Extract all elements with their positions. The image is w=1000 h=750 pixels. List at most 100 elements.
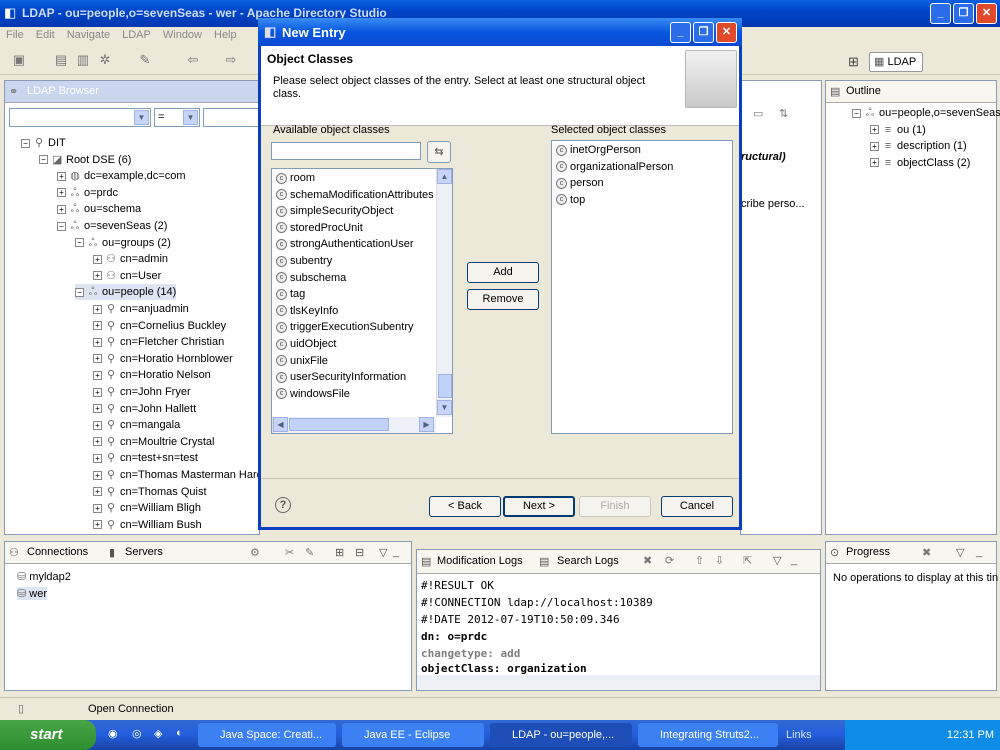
remove-button[interactable]: Remove — [467, 289, 539, 310]
expand-icon[interactable]: + — [93, 420, 102, 430]
dit-node[interactable]: + ⚲ cn=Thomas Quist — [93, 484, 207, 500]
outline-node[interactable]: + ≡ ou (1) — [870, 122, 926, 138]
available-class-item[interactable]: c storedProcUnit — [276, 220, 363, 236]
expand-icon[interactable]: + — [93, 337, 102, 347]
expand-icon[interactable]: + — [93, 304, 102, 314]
connection-item[interactable]: ⛁ myldap2 — [17, 570, 71, 583]
expand-icon[interactable]: + — [870, 141, 879, 151]
task-button[interactable]: LDAP - ou=people,... — [490, 723, 632, 747]
dit-node[interactable]: + ⚲ cn=Horatio Hornblower — [93, 351, 233, 367]
available-class-item[interactable]: c room — [276, 170, 315, 186]
clear-filter-icon[interactable]: ⇆ — [427, 141, 451, 163]
back-button[interactable]: < Back — [429, 496, 501, 517]
outline-node[interactable]: + ≡ objectClass (2) — [870, 155, 970, 171]
collapse-icon[interactable]: − — [39, 155, 48, 165]
selected-class-item[interactable]: c top — [556, 192, 585, 208]
tab-search-logs[interactable]: Search Logs — [557, 555, 619, 567]
editor-toolbar-icon[interactable]: ▭ — [753, 107, 763, 120]
clear-log-icon[interactable]: ✖ — [643, 554, 652, 567]
dit-node[interactable]: + ◍ dc=example,dc=com — [57, 168, 186, 184]
expand-icon[interactable]: + — [93, 520, 102, 530]
ldap-browser-tab[interactable]: ⚭ LDAP Browser — [5, 81, 259, 103]
next-button[interactable]: Next > — [503, 496, 575, 517]
dit-node[interactable]: + ⚲ cn=John Fryer — [93, 384, 191, 400]
tab-modification-logs[interactable]: Modification Logs — [437, 555, 523, 567]
available-class-item[interactable]: c schemaModificationAttributes — [276, 187, 434, 203]
add-button[interactable]: Add — [467, 262, 539, 283]
dit-node[interactable]: + ⚲ cn=John Hallett — [93, 401, 196, 417]
remove-all-icon[interactable]: ✖ — [922, 546, 931, 559]
save-icon[interactable]: ▤ — [52, 52, 70, 68]
outline-node[interactable]: − ஃ ou=people,o=sevenSeas — [852, 105, 1000, 121]
view-menu-icon[interactable]: ▽ — [773, 554, 781, 567]
expand-icon[interactable]: + — [93, 503, 102, 513]
dit-node[interactable]: − ஃ ou=people (14) — [75, 284, 177, 301]
finish-button[interactable]: Finish — [579, 496, 651, 517]
menu-navigate[interactable]: Navigate — [61, 27, 116, 43]
expand-icon[interactable]: + — [93, 254, 102, 264]
progress-tab[interactable]: ⊙ Progress ✖ ▽ _ — [826, 542, 996, 564]
disconnect-icon[interactable]: ✂ — [285, 546, 294, 559]
view-menu-icon[interactable]: ▽ — [956, 546, 964, 559]
expand-icon[interactable]: + — [93, 354, 102, 364]
dit-node[interactable]: − ⚲ DIT — [21, 135, 66, 151]
minimize-view-icon[interactable]: _ — [393, 546, 399, 558]
dit-node[interactable]: − ஃ o=sevenSeas (2) — [57, 218, 167, 234]
dit-node[interactable]: + ஃ o=prdc — [57, 185, 118, 201]
dit-node[interactable]: + ஃ ou=schema — [57, 201, 141, 217]
links-toolbar[interactable]: Links — [786, 729, 812, 741]
collapse-icon[interactable]: − — [852, 108, 861, 118]
dit-node[interactable]: + ⚲ cn=Cornelius Buckley — [93, 318, 226, 334]
menu-ldap[interactable]: LDAP — [116, 27, 157, 43]
maximize-icon[interactable]: ❐ — [953, 3, 974, 24]
quicklaunch-icon[interactable]: ◈ — [154, 727, 162, 740]
refresh-icon[interactable]: ⟳ — [665, 554, 674, 567]
back-icon[interactable]: ⇦ — [184, 52, 202, 68]
fast-view-icon[interactable]: ▯ — [18, 702, 24, 715]
new-icon[interactable]: ▣ — [10, 52, 28, 68]
dit-node[interactable]: + ⚲ cn=mangala — [93, 417, 180, 433]
filter-value-input[interactable] — [203, 108, 259, 127]
dit-node[interactable]: + ⚲ cn=Moultrie Crystal — [93, 434, 214, 450]
dit-node[interactable]: + ⚇ cn=User — [93, 268, 161, 284]
dit-node[interactable]: + ⚲ cn=Thomas Masterman Hard — [93, 467, 263, 483]
dit-node[interactable]: + ⚲ cn=test+sn=test — [93, 450, 198, 466]
task-button[interactable]: Integrating Struts2... — [638, 723, 778, 747]
tab-connections[interactable]: Connections — [27, 546, 88, 558]
selected-class-item[interactable]: c person — [556, 175, 604, 191]
collapse-icon[interactable]: − — [57, 221, 66, 231]
scroll-up-icon[interactable]: ▲ — [437, 169, 452, 184]
expand-icon[interactable]: + — [93, 453, 102, 463]
scroll-thumb[interactable] — [289, 418, 389, 431]
dit-node[interactable]: + ⚇ cn=admin — [93, 251, 168, 267]
scroll-down-icon[interactable]: ▼ — [437, 400, 452, 415]
available-class-item[interactable]: c uidObject — [276, 336, 336, 352]
available-class-item[interactable]: c userSecurityInformation — [276, 369, 406, 385]
available-class-item[interactable]: c tag — [276, 286, 305, 302]
minimize-view-icon[interactable]: _ — [791, 554, 797, 566]
expand-icon[interactable]: + — [870, 125, 879, 135]
horizontal-scrollbar[interactable]: ◀ ▶ — [272, 417, 436, 433]
minimize-icon[interactable]: _ — [670, 22, 691, 43]
quicklaunch-icon[interactable]: ◎ — [132, 727, 142, 740]
connect-icon[interactable]: ⚙ — [250, 546, 260, 559]
operator-select[interactable]: = ▼ — [154, 108, 200, 127]
scroll-right-icon[interactable]: ▶ — [419, 417, 434, 432]
help-icon[interactable]: ? — [275, 497, 291, 513]
available-class-item[interactable]: c unixFile — [276, 353, 328, 369]
selected-class-item[interactable]: c organizationalPerson — [556, 159, 673, 175]
expand-icon[interactable]: + — [93, 370, 102, 380]
dit-node[interactable]: + ⚲ cn=William Bush — [93, 517, 202, 533]
expand-icon[interactable]: + — [57, 171, 66, 181]
edit-connection-icon[interactable]: ✎ — [305, 546, 314, 559]
expand-icon[interactable]: + — [57, 188, 66, 198]
collapse-icon[interactable]: − — [75, 287, 84, 297]
quicklaunch-icon[interactable]: ◐ — [176, 727, 183, 739]
quicklaunch-icon[interactable]: ◉ — [108, 727, 118, 740]
perspective-ldap-button[interactable]: ▦ LDAP — [869, 52, 923, 72]
open-perspective-icon[interactable]: ⊞ — [848, 54, 864, 70]
arrow-down-icon[interactable]: ⇩ — [715, 554, 724, 567]
available-class-item[interactable]: c strongAuthenticationUser — [276, 236, 414, 252]
selected-class-item[interactable]: c inetOrgPerson — [556, 142, 641, 158]
minimize-icon[interactable]: _ — [930, 3, 951, 24]
